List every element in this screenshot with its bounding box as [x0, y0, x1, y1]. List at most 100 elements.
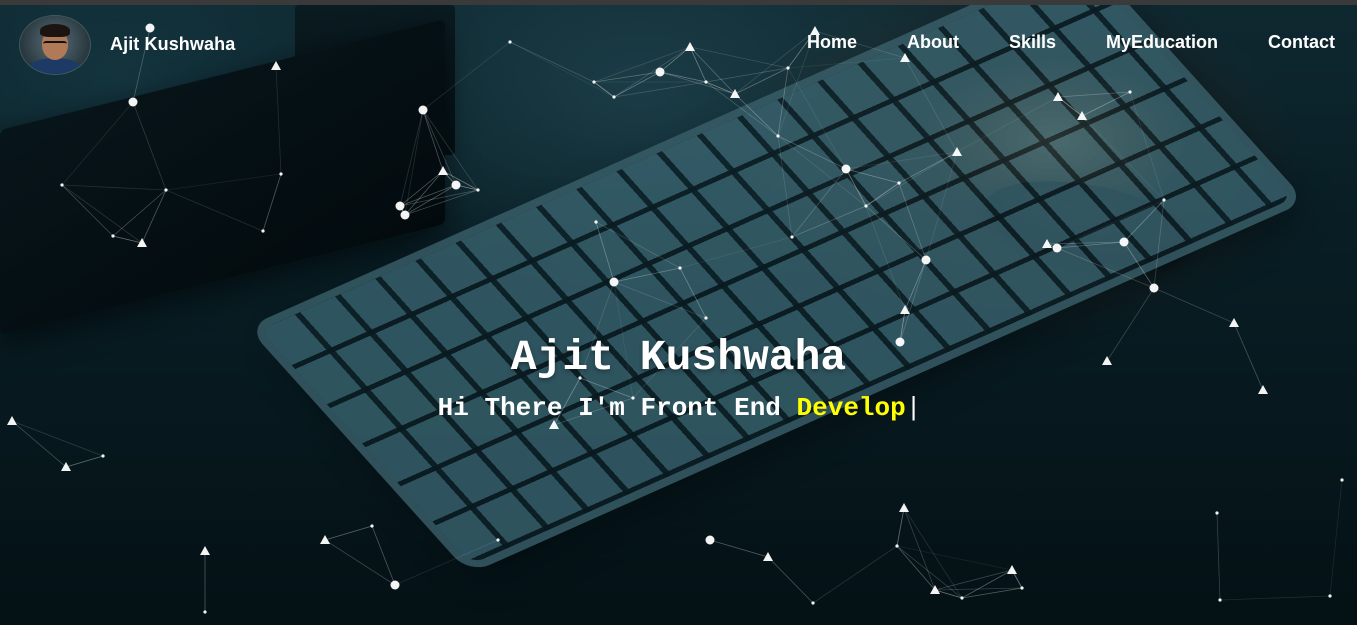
typing-cursor: | [905, 393, 922, 423]
particle-link [896, 545, 963, 599]
particle-dot [1149, 283, 1159, 293]
particle-link [165, 189, 264, 232]
particle-link [865, 205, 906, 311]
particle-link [1329, 479, 1343, 597]
particle-dot [61, 462, 71, 471]
particle-dot [128, 97, 138, 107]
particle-dot [790, 235, 794, 239]
particle-link [709, 539, 769, 558]
particle-link [865, 182, 900, 207]
particle-link [141, 189, 167, 244]
particle-link [934, 569, 1013, 591]
particle-dot [704, 316, 708, 320]
particle-dot [811, 601, 815, 605]
particle-dot [864, 204, 868, 208]
nav-link-about[interactable]: About [907, 32, 959, 53]
particle-dot [370, 524, 374, 528]
particle-link [371, 525, 396, 586]
particle-link [1081, 115, 1165, 201]
particle-dot [390, 580, 400, 590]
particle-dot [395, 201, 405, 211]
particle-dot [594, 220, 598, 224]
particle-dot [921, 255, 931, 265]
particle-link [1153, 287, 1235, 324]
particle-dot [1229, 318, 1239, 327]
particle-link [865, 151, 958, 207]
particle-link [132, 101, 167, 191]
hero-subtitle: Hi There I'm Front End Develop| [0, 391, 1357, 425]
nav-links: Home About Skills MyEducation Contact [757, 32, 1335, 53]
particle-dot [496, 538, 500, 542]
particle-dot [451, 180, 461, 190]
hero-typed-text: Develop [796, 393, 906, 423]
particle-dot [1328, 594, 1332, 598]
particle-link [613, 267, 681, 283]
particle-link [777, 135, 847, 170]
particle-dot [952, 147, 962, 156]
particle-dot [1162, 198, 1166, 202]
particle-dot [1340, 478, 1344, 482]
particle-dot [895, 544, 899, 548]
particle-link [112, 189, 167, 237]
particle-link [845, 168, 867, 207]
particle-link [812, 545, 898, 604]
nav-link-contact[interactable]: Contact [1268, 32, 1335, 53]
hero-subtitle-prefix: Hi There I'm Front End [437, 393, 797, 423]
particle-link [65, 455, 104, 468]
avatar-hair [40, 24, 70, 37]
particle-dot [203, 610, 207, 614]
particle-link [595, 221, 681, 269]
particle-link [324, 525, 373, 541]
particle-link [679, 267, 707, 319]
particle-dot [320, 535, 330, 544]
particle-link [595, 221, 615, 283]
particle-dot [841, 164, 851, 174]
particle-dot [1077, 111, 1087, 120]
particle-link [1219, 595, 1331, 601]
avatar-glasses [43, 41, 67, 49]
particle-link [1123, 241, 1155, 289]
particle-link [734, 93, 779, 137]
particle-link [324, 539, 396, 586]
particle-dot [200, 546, 210, 555]
particle-dot [1042, 239, 1052, 248]
brand-name[interactable]: Ajit Kushwaha [110, 34, 235, 55]
nav-link-myeducation[interactable]: MyEducation [1106, 32, 1218, 53]
particle-dot [101, 454, 105, 458]
particle-dot [111, 234, 115, 238]
particle-link [1129, 91, 1165, 201]
particle-link [399, 170, 444, 207]
particle-dot [899, 503, 909, 512]
particle-link [1081, 91, 1131, 117]
particle-link [394, 539, 499, 586]
particle-link [777, 135, 793, 238]
particle-link [61, 184, 143, 244]
particle-link [11, 420, 104, 457]
particle-dot [438, 166, 448, 175]
particle-dot [960, 596, 964, 600]
particle-link [1057, 91, 1131, 98]
particle-dot [609, 277, 619, 287]
particle-link [1046, 243, 1155, 289]
particle-link [705, 81, 779, 137]
particle-link [679, 236, 793, 269]
nav-link-home[interactable]: Home [807, 32, 857, 53]
avatar[interactable] [20, 16, 90, 74]
particle-link [262, 173, 282, 232]
particle-dot [678, 266, 682, 270]
particle-dot [1128, 90, 1132, 94]
particle-dot [612, 95, 616, 99]
particle-link [1153, 199, 1165, 289]
hero-section: Ajit Kushwaha Hi There I'm Front End Dev… [0, 330, 1357, 425]
particle-dot [900, 305, 910, 314]
avatar-shirt [28, 58, 82, 74]
nav-link-skills[interactable]: Skills [1009, 32, 1056, 53]
particle-dot [1215, 511, 1219, 515]
particle-dot [1052, 243, 1062, 253]
particle-link [442, 170, 479, 191]
particle-link [1216, 512, 1221, 601]
particle-dot [1218, 598, 1222, 602]
particle-link [61, 184, 167, 191]
particle-network [7, 23, 1344, 614]
particle-link [422, 109, 479, 191]
